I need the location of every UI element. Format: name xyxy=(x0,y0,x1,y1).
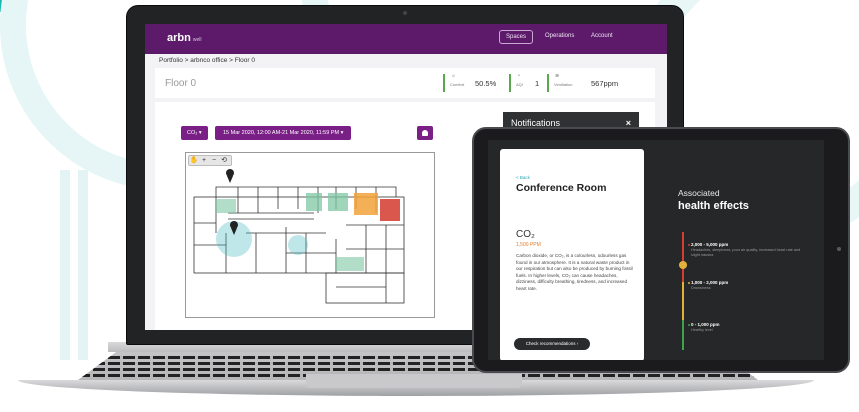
pollutant-select[interactable]: CO₂ ▾ xyxy=(181,126,208,140)
scale-band-high xyxy=(682,232,684,282)
bell-icon xyxy=(422,130,428,136)
camera-icon xyxy=(403,11,407,15)
metric-comfort: ☼ Comfort 50.5% xyxy=(443,73,505,92)
band-desc-high: Headaches, sleepiness, poor air quality,… xyxy=(691,248,801,257)
pollutant-level: 1,500 PPM xyxy=(516,242,541,248)
scale-band-low xyxy=(682,320,684,350)
band-desc-mid: Drowsiness xyxy=(691,286,711,290)
tablet-screen: < Back Conference Room CO₂ 1,500 PPM Car… xyxy=(488,140,824,360)
metric-ventilation: ≋ Ventilation 567ppm xyxy=(547,73,647,92)
aqi-value: 1 xyxy=(535,79,540,88)
band-desc-low: Healthy level xyxy=(691,328,713,332)
floor-header: Floor 0 ☼ Comfort 50.5% ◔ AQI 1 ≋ Ventil… xyxy=(155,68,655,98)
band-range-high: 2,000 - 5,000 ppm xyxy=(691,242,729,247)
ventilation-icon: ≋ xyxy=(555,73,560,79)
band-range-low: 0 - 1,000 ppm xyxy=(691,322,720,327)
room-detail-card: < Back Conference Room CO₂ 1,500 PPM Car… xyxy=(500,149,644,360)
health-title-line-2: health effects xyxy=(678,200,749,212)
band-dot xyxy=(688,282,690,284)
back-link[interactable]: < Back xyxy=(516,175,530,180)
decorative-bar xyxy=(60,170,70,360)
metric-aqi: ◔ AQI 1 xyxy=(509,73,543,92)
band-range-mid: 1,000 - 2,000 ppm xyxy=(691,280,729,285)
app-logo[interactable]: arbn well xyxy=(167,32,201,44)
nav-operations[interactable]: Operations xyxy=(545,33,574,39)
laptop-touchpad xyxy=(306,374,522,388)
current-level-marker xyxy=(679,261,687,269)
page-title: Floor 0 xyxy=(165,78,197,89)
date-range-picker[interactable]: 15 Mar 2020, 12:00 AM-21 Mar 2020, 11:59… xyxy=(215,126,352,140)
pollutant-name: CO₂ xyxy=(516,229,535,240)
decorative-bar xyxy=(78,170,88,360)
floor-plan-map[interactable]: ✋ + − ⟲ xyxy=(185,152,435,318)
floor-plan-drawing xyxy=(193,169,405,304)
comfort-icon: ☼ xyxy=(451,73,456,79)
room-title: Conference Room xyxy=(516,182,607,194)
nav-account[interactable]: Account xyxy=(591,33,613,39)
scale-band-mid xyxy=(682,282,684,320)
camera-icon xyxy=(837,247,841,251)
nav-spaces[interactable]: Spaces xyxy=(499,30,534,44)
app-topbar: arbn well Spaces Operations Account xyxy=(145,24,667,54)
bell-button[interactable] xyxy=(417,126,433,140)
breadcrumb[interactable]: Portfolio > arbnco office > Floor 0 xyxy=(159,57,255,64)
ventilation-value: 567ppm xyxy=(591,79,619,88)
aqi-icon: ◔ xyxy=(517,73,521,79)
tablet-device: < Back Conference Room CO₂ 1,500 PPM Car… xyxy=(472,127,850,373)
comfort-value: 50.5% xyxy=(475,79,497,88)
band-dot xyxy=(688,324,690,326)
band-dot xyxy=(688,244,690,246)
health-title-line-1: Associated xyxy=(678,188,720,198)
check-recommendations-button[interactable]: Check recommendations › xyxy=(514,338,590,350)
pollutant-description: Carbon dioxide, or CO₂, is a colourless,… xyxy=(516,253,633,291)
product-showcase: arbn well Spaces Operations Account Portf… xyxy=(0,0,859,412)
